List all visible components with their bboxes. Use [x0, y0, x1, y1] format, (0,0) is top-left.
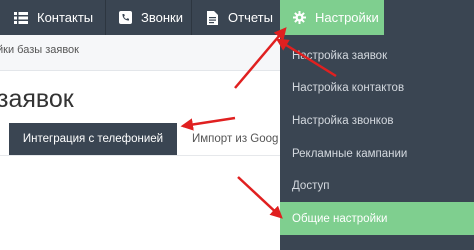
tabs-divider — [0, 155, 280, 156]
top-navigation-bar: Контакты Звонки Отчеты Настройки — [0, 0, 474, 35]
nav-divider — [191, 0, 192, 35]
menu-item-lead-settings[interactable]: Настройка заявок — [280, 40, 474, 72]
nav-divider — [105, 0, 106, 35]
settings-dropdown-menu: Настройка заявок Настройка контактов Нас… — [280, 35, 474, 250]
tab-import-google[interactable]: Импорт из Goog — [192, 123, 278, 155]
nav-item-label: Контакты — [37, 10, 94, 25]
arrow-to-general-settings — [237, 176, 283, 219]
menu-item-general-settings[interactable]: Общие настройки — [280, 202, 474, 235]
menu-item-call-settings[interactable]: Настройка звонков — [280, 105, 474, 137]
nav-item-settings[interactable]: Настройки — [280, 0, 384, 35]
menu-item-access[interactable]: Доступ — [280, 170, 474, 202]
list-icon — [14, 11, 28, 25]
nav-item-calls[interactable]: Звонки — [118, 0, 183, 35]
tab-telephony-integration[interactable]: Интеграция с телефонией — [9, 123, 177, 155]
nav-item-label: Настройки — [315, 10, 379, 25]
document-icon — [205, 10, 219, 25]
menu-item-contact-settings[interactable]: Настройка контактов — [280, 72, 474, 104]
gear-icon — [292, 11, 306, 25]
nav-item-label: Звонки — [141, 10, 183, 25]
menu-item-ad-campaigns[interactable]: Рекламные кампании — [280, 138, 474, 170]
phone-icon — [118, 11, 132, 25]
breadcrumb: йки базы заявок — [0, 44, 79, 56]
nav-item-reports[interactable]: Отчеты — [205, 0, 273, 35]
nav-item-contacts[interactable]: Контакты — [14, 0, 93, 35]
page-title: заявок — [0, 85, 74, 113]
nav-item-label: Отчеты — [228, 10, 273, 25]
